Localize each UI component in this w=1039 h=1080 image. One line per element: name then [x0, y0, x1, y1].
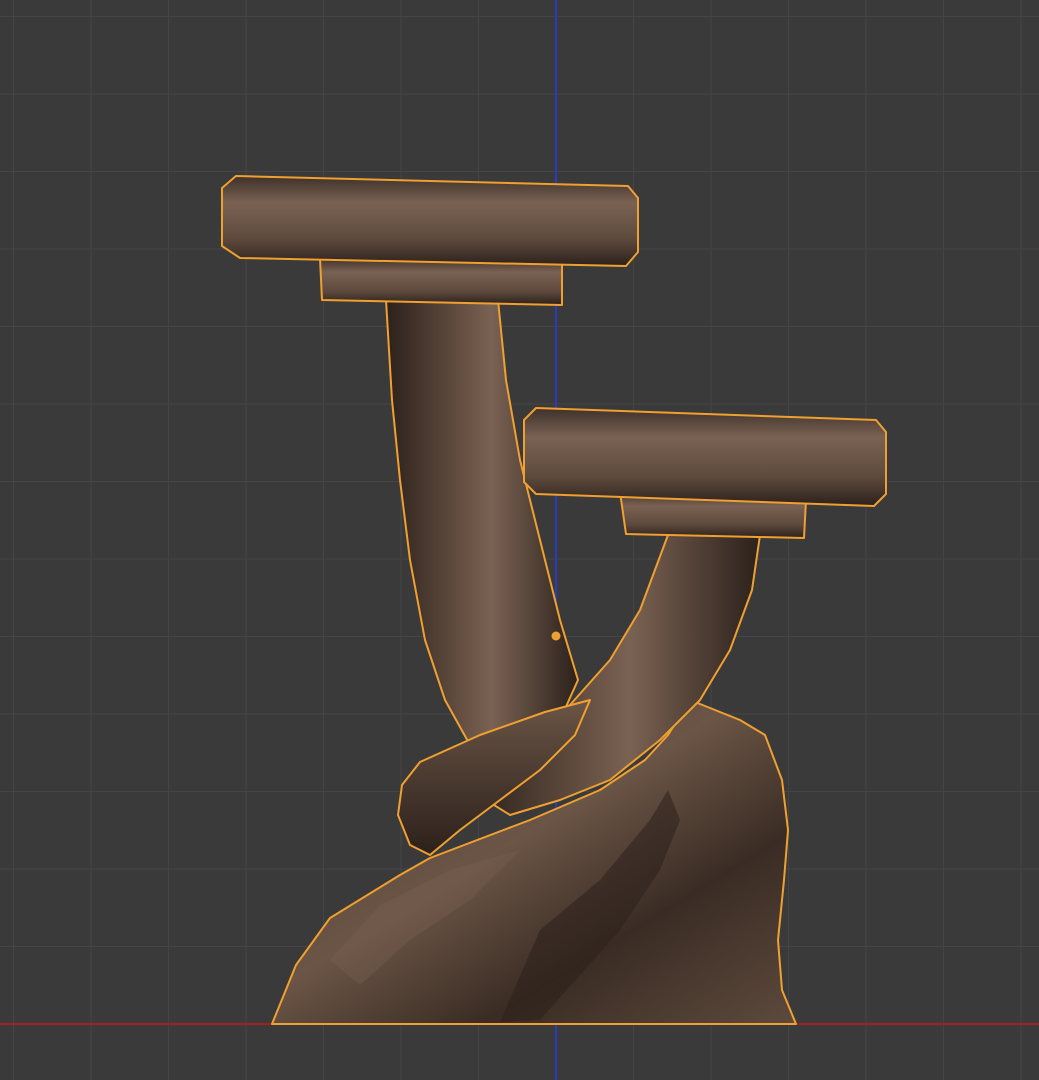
twisted-tree-plant-stand[interactable] [221, 175, 887, 1025]
lower-tray[interactable] [523, 407, 887, 507]
upper-tray[interactable] [221, 175, 639, 267]
viewport-canvas[interactable] [0, 0, 1039, 1080]
upper-tray-collar[interactable] [319, 257, 563, 306]
object-origin-point[interactable] [551, 631, 561, 641]
main-trunk[interactable] [385, 299, 579, 746]
3d-viewport[interactable] [0, 0, 1039, 1080]
